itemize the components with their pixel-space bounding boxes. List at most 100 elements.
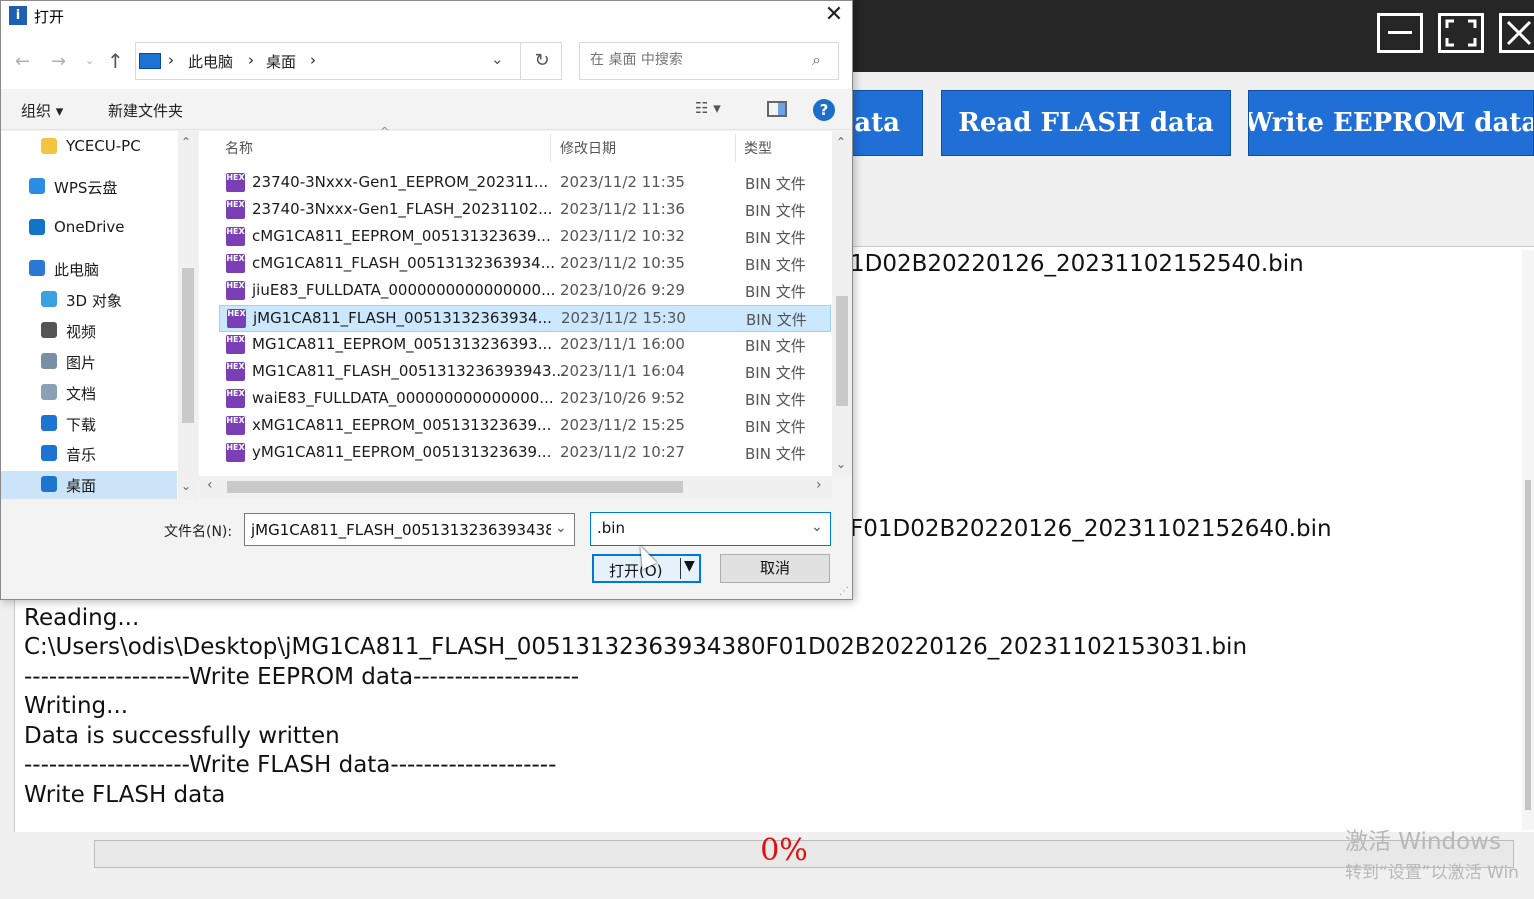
file-type: BIN 文件 (745, 256, 806, 274)
close-icon[interactable] (1499, 13, 1534, 53)
column-header-date[interactable]: 修改日期 (560, 138, 616, 158)
documents-icon (41, 384, 57, 400)
column-header-name[interactable]: 名称 (225, 138, 253, 158)
organize-menu[interactable]: 组织 ▾ (21, 100, 63, 121)
up-arrow-icon[interactable]: ↑ (107, 49, 124, 73)
dialog-titlebar: i 打开 ✕ (1, 1, 852, 31)
sidebar-item[interactable]: 视频 (1, 317, 177, 345)
column-divider[interactable] (735, 134, 736, 162)
file-type: BIN 文件 (746, 311, 807, 329)
file-list-horizontal-scrollbar[interactable]: ‹ › (199, 476, 832, 498)
sidebar-item-label: 3D 对象 (66, 292, 122, 310)
sidebar-item[interactable]: 此电脑 (1, 255, 177, 283)
column-divider[interactable] (550, 134, 551, 162)
split-divider (680, 558, 681, 579)
file-type: BIN 文件 (745, 364, 806, 382)
activation-watermark: 激活 Windows (1345, 829, 1501, 855)
computer-icon (139, 53, 161, 69)
log-scrollbar[interactable] (1522, 250, 1534, 830)
sidebar-item[interactable]: 音乐 (1, 440, 177, 468)
file-list-scrollbar[interactable]: ⌃ ⌄ (832, 131, 852, 476)
scroll-left-icon[interactable]: ‹ (207, 477, 213, 493)
back-arrow-icon[interactable]: ← (15, 51, 30, 72)
scroll-up-icon[interactable]: ⌃ (181, 135, 191, 149)
breadcrumb-this-pc[interactable]: 此电脑 (188, 51, 233, 72)
sidebar-item[interactable]: OneDrive (1, 214, 177, 242)
dialog-close-icon[interactable]: ✕ (816, 1, 852, 31)
filetype-value: .bin (597, 519, 625, 537)
sidebar-item[interactable]: 图片 (1, 348, 177, 376)
view-options-icon[interactable]: ☷ ▾ (695, 99, 721, 117)
file-row[interactable]: HEX cMG1CA811_EEPROM_005131323639... 2023/… (219, 224, 831, 251)
file-row[interactable]: HEX MG1CA811_EEPROM_0051313236393... 2023/… (219, 332, 831, 359)
sidebar-item[interactable]: 下载 (1, 410, 177, 438)
forward-arrow-icon[interactable]: → (51, 51, 66, 72)
scroll-up-icon[interactable]: ⌃ (836, 135, 846, 149)
navigation-scrollbar[interactable]: ⌃ ⌄ (178, 131, 198, 499)
sidebar-item[interactable]: 桌面 (1, 471, 177, 499)
filetype-select[interactable]: .bin ⌄ (590, 512, 831, 546)
open-options-dropdown-icon[interactable]: ▼ (684, 558, 695, 574)
file-type: BIN 文件 (745, 229, 806, 247)
hex-file-icon: HEX (226, 335, 245, 354)
file-row[interactable]: HEX jiuE83_FULLDATA_0000000000000000... 20… (219, 278, 831, 305)
scroll-right-icon[interactable]: › (816, 477, 822, 493)
file-name: cMG1CA811_FLASH_00513132363934... (252, 254, 556, 272)
help-icon[interactable]: ? (813, 99, 835, 121)
desktop-icon (41, 476, 57, 492)
filename-field[interactable]: ⌄ (244, 513, 575, 546)
log-line: 1D02B20220126_20231102152540.bin (850, 251, 1304, 277)
hex-file-icon: HEX (226, 416, 245, 435)
file-row[interactable]: HEX MG1CA811_FLASH_0051313236393943... 202… (219, 359, 831, 386)
breadcrumb-desktop[interactable]: 桌面 (266, 51, 296, 72)
download-icon (41, 415, 57, 431)
read-flash-label: Read FLASH data (958, 108, 1214, 138)
cancel-button[interactable]: 取消 (720, 554, 830, 583)
file-row[interactable]: HEX 23740-3Nxxx-Gen1_EEPROM_202311... 2023… (219, 170, 831, 197)
sidebar-item[interactable]: 3D 对象 (1, 286, 177, 314)
sidebar-item[interactable]: YCECU-PC (1, 133, 177, 161)
breadcrumb-separator-icon: › (248, 51, 254, 69)
recent-dropdown-icon[interactable]: ⌄ (85, 54, 94, 67)
file-date: 2023/11/2 10:35 (560, 254, 685, 272)
preview-pane-icon[interactable] (767, 101, 787, 117)
file-row[interactable]: HEX yMG1CA811_EEPROM_005131323639... 2023/… (219, 440, 831, 467)
video-icon (41, 322, 57, 338)
file-name: xMG1CA811_EEPROM_005131323639... (252, 416, 552, 434)
file-type: BIN 文件 (745, 391, 806, 409)
file-row[interactable]: HEX 23740-3Nxxx-Gen1_FLASH_20231102... 202… (219, 197, 831, 224)
column-header-type[interactable]: 类型 (744, 138, 772, 158)
maximize-icon[interactable] (1438, 13, 1484, 53)
scroll-down-icon[interactable]: ⌄ (836, 457, 846, 471)
read-flash-button[interactable]: Read FLASH data (941, 90, 1231, 156)
chevron-down-icon[interactable]: ⌄ (555, 520, 567, 536)
sidebar-item[interactable]: 文档 (1, 379, 177, 407)
minimize-icon[interactable] (1377, 13, 1423, 53)
address-bar[interactable]: › 此电脑 › 桌面 › ⌄ ↻ (135, 42, 562, 80)
search-input[interactable] (588, 51, 807, 69)
file-name: MG1CA811_FLASH_0051313236393943... (252, 362, 566, 380)
file-row[interactable]: HEX jMG1CA811_FLASH_00513132363934... 2023… (219, 305, 831, 332)
refresh-icon[interactable]: ↻ (520, 43, 563, 79)
hex-file-icon: HEX (226, 173, 245, 192)
chevron-down-icon[interactable]: ⌄ (811, 519, 823, 535)
new-folder-button[interactable]: 新建文件夹 (108, 100, 183, 121)
hex-file-icon: HEX (226, 281, 245, 300)
resize-grip-icon[interactable]: ⋰ (839, 586, 849, 597)
write-eeprom-button[interactable]: Write EEPROM data (1248, 90, 1534, 156)
file-type: BIN 文件 (745, 418, 806, 436)
address-dropdown-icon[interactable]: ⌄ (491, 50, 504, 68)
file-row[interactable]: HEX xMG1CA811_EEPROM_005131323639... 2023/… (219, 413, 831, 440)
search-box[interactable]: ⌕ (579, 42, 839, 80)
search-icon[interactable]: ⌕ (812, 50, 821, 70)
sidebar-item[interactable]: WPS云盘 (1, 173, 177, 201)
scroll-down-icon[interactable]: ⌄ (181, 479, 191, 493)
filename-input[interactable] (249, 520, 553, 540)
onedrive-icon (29, 219, 45, 235)
sidebar-item-label: 此电脑 (54, 261, 100, 279)
file-row[interactable]: HEX cMG1CA811_FLASH_00513132363934... 2023… (219, 251, 831, 278)
file-type: BIN 文件 (745, 445, 806, 463)
sidebar-item-label: 音乐 (66, 446, 97, 464)
file-date: 2023/11/2 15:25 (560, 416, 685, 434)
file-row[interactable]: HEX waiE83_FULLDATA_000000000000000... 202… (219, 386, 831, 413)
